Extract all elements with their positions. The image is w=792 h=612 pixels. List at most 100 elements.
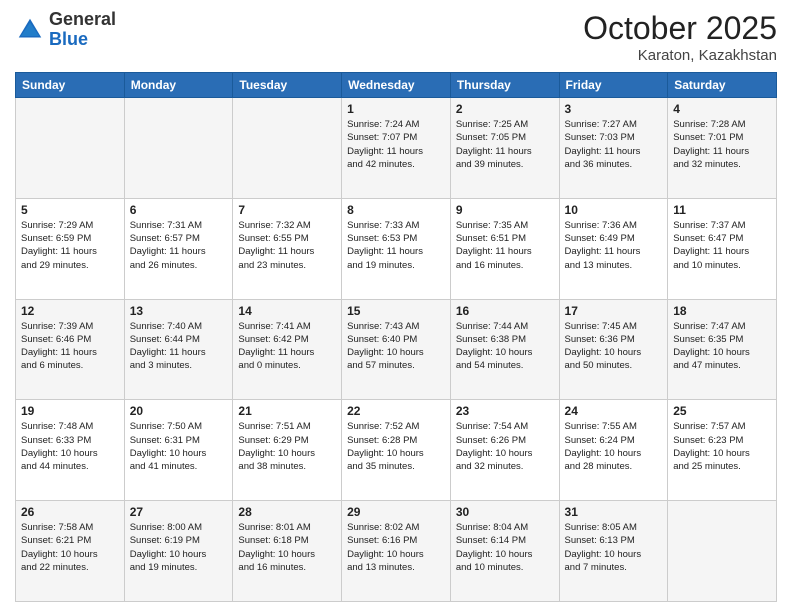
day-info: Sunrise: 7:31 AM Sunset: 6:57 PM Dayligh…	[130, 219, 228, 272]
weekday-header-thursday: Thursday	[450, 73, 559, 98]
day-number: 10	[565, 203, 663, 217]
day-number: 29	[347, 505, 445, 519]
calendar-week-row: 5 Sunrise: 7:29 AM Sunset: 6:59 PM Daylig…	[16, 198, 777, 299]
calendar-cell: 18 Sunrise: 7:47 AM Sunset: 6:35 PM Dayli…	[668, 299, 777, 400]
calendar-cell: 16Sunrise: 7:44 AM Sunset: 6:38 PM Dayli…	[450, 299, 559, 400]
calendar-cell: 12 Sunrise: 7:39 AM Sunset: 6:46 PM Dayli…	[16, 299, 125, 400]
day-number: 8	[347, 203, 445, 217]
calendar-cell: 9 Sunrise: 7:35 AM Sunset: 6:51 PM Daylig…	[450, 198, 559, 299]
calendar-cell	[124, 98, 233, 199]
day-info: Sunrise: 7:29 AM Sunset: 6:59 PM Dayligh…	[21, 219, 119, 272]
day-info: Sunrise: 7:25 AM Sunset: 7:05 PM Dayligh…	[456, 118, 554, 171]
day-info: Sunrise: 7:24 AM Sunset: 7:07 PM Dayligh…	[347, 118, 445, 171]
day-info: Sunrise: 8:00 AM Sunset: 6:19 PM Dayligh…	[130, 521, 228, 574]
logo-blue: Blue	[49, 29, 88, 49]
day-info: Sunrise: 7:47 AM Sunset: 6:35 PM Dayligh…	[673, 320, 771, 373]
day-number: 17	[565, 304, 663, 318]
day-number: 5	[21, 203, 119, 217]
calendar-cell	[16, 98, 125, 199]
day-number: 3	[565, 102, 663, 116]
day-number: 20	[130, 404, 228, 418]
calendar-cell: 7Sunrise: 7:32 AM Sunset: 6:55 PM Daylig…	[233, 198, 342, 299]
month-title: October 2025	[583, 10, 777, 47]
weekday-header-friday: Friday	[559, 73, 668, 98]
calendar-cell: 17 Sunrise: 7:45 AM Sunset: 6:36 PM Dayli…	[559, 299, 668, 400]
calendar-cell: 19Sunrise: 7:48 AM Sunset: 6:33 PM Dayli…	[16, 400, 125, 501]
day-number: 18	[673, 304, 771, 318]
calendar-week-row: 12 Sunrise: 7:39 AM Sunset: 6:46 PM Dayli…	[16, 299, 777, 400]
day-info: Sunrise: 7:54 AM Sunset: 6:26 PM Dayligh…	[456, 420, 554, 473]
day-info: Sunrise: 7:28 AM Sunset: 7:01 PM Dayligh…	[673, 118, 771, 171]
day-number: 9	[456, 203, 554, 217]
weekday-header-wednesday: Wednesday	[342, 73, 451, 98]
calendar-cell: 11Sunrise: 7:37 AM Sunset: 6:47 PM Dayli…	[668, 198, 777, 299]
day-number: 28	[238, 505, 336, 519]
day-number: 4	[673, 102, 771, 116]
calendar-cell: 25 Sunrise: 7:57 AM Sunset: 6:23 PM Dayli…	[668, 400, 777, 501]
day-info: Sunrise: 7:51 AM Sunset: 6:29 PM Dayligh…	[238, 420, 336, 473]
day-number: 16	[456, 304, 554, 318]
day-info: Sunrise: 8:05 AM Sunset: 6:13 PM Dayligh…	[565, 521, 663, 574]
day-number: 2	[456, 102, 554, 116]
calendar-cell: 21 Sunrise: 7:51 AM Sunset: 6:29 PM Dayli…	[233, 400, 342, 501]
calendar-table: SundayMondayTuesdayWednesdayThursdayFrid…	[15, 72, 777, 602]
calendar-cell: 4 Sunrise: 7:28 AM Sunset: 7:01 PM Daylig…	[668, 98, 777, 199]
day-number: 21	[238, 404, 336, 418]
calendar-cell: 23 Sunrise: 7:54 AM Sunset: 6:26 PM Dayli…	[450, 400, 559, 501]
calendar-cell: 3 Sunrise: 7:27 AM Sunset: 7:03 PM Daylig…	[559, 98, 668, 199]
day-info: Sunrise: 7:36 AM Sunset: 6:49 PM Dayligh…	[565, 219, 663, 272]
calendar-cell: 31Sunrise: 8:05 AM Sunset: 6:13 PM Dayli…	[559, 501, 668, 602]
day-info: Sunrise: 7:27 AM Sunset: 7:03 PM Dayligh…	[565, 118, 663, 171]
calendar-cell: 20 Sunrise: 7:50 AM Sunset: 6:31 PM Dayli…	[124, 400, 233, 501]
calendar-cell: 6 Sunrise: 7:31 AM Sunset: 6:57 PM Daylig…	[124, 198, 233, 299]
calendar-cell: 29Sunrise: 8:02 AM Sunset: 6:16 PM Dayli…	[342, 501, 451, 602]
day-info: Sunrise: 7:50 AM Sunset: 6:31 PM Dayligh…	[130, 420, 228, 473]
day-info: Sunrise: 7:33 AM Sunset: 6:53 PM Dayligh…	[347, 219, 445, 272]
calendar-cell: 13 Sunrise: 7:40 AM Sunset: 6:44 PM Dayli…	[124, 299, 233, 400]
calendar-week-row: 26 Sunrise: 7:58 AM Sunset: 6:21 PM Dayli…	[16, 501, 777, 602]
day-number: 12	[21, 304, 119, 318]
day-number: 30	[456, 505, 554, 519]
title-block: October 2025 Karaton, Kazakhstan	[583, 10, 777, 64]
day-info: Sunrise: 7:32 AM Sunset: 6:55 PM Dayligh…	[238, 219, 336, 272]
day-info: Sunrise: 7:39 AM Sunset: 6:46 PM Dayligh…	[21, 320, 119, 373]
day-info: Sunrise: 8:01 AM Sunset: 6:18 PM Dayligh…	[238, 521, 336, 574]
day-info: Sunrise: 7:55 AM Sunset: 6:24 PM Dayligh…	[565, 420, 663, 473]
day-number: 26	[21, 505, 119, 519]
calendar-cell: 27 Sunrise: 8:00 AM Sunset: 6:19 PM Dayli…	[124, 501, 233, 602]
calendar-cell: 10 Sunrise: 7:36 AM Sunset: 6:49 PM Dayli…	[559, 198, 668, 299]
calendar-cell: 26 Sunrise: 7:58 AM Sunset: 6:21 PM Dayli…	[16, 501, 125, 602]
day-number: 15	[347, 304, 445, 318]
logo-text: General Blue	[49, 10, 116, 50]
day-number: 25	[673, 404, 771, 418]
weekday-header-sunday: Sunday	[16, 73, 125, 98]
weekday-header-tuesday: Tuesday	[233, 73, 342, 98]
calendar-week-row: 1 Sunrise: 7:24 AM Sunset: 7:07 PM Daylig…	[16, 98, 777, 199]
calendar-cell: 15Sunrise: 7:43 AM Sunset: 6:40 PM Dayli…	[342, 299, 451, 400]
day-number: 13	[130, 304, 228, 318]
weekday-header-row: SundayMondayTuesdayWednesdayThursdayFrid…	[16, 73, 777, 98]
location-subtitle: Karaton, Kazakhstan	[583, 47, 777, 64]
weekday-header-monday: Monday	[124, 73, 233, 98]
day-number: 24	[565, 404, 663, 418]
calendar-cell: 28 Sunrise: 8:01 AM Sunset: 6:18 PM Dayli…	[233, 501, 342, 602]
day-number: 23	[456, 404, 554, 418]
page: General Blue October 2025 Karaton, Kazak…	[0, 0, 792, 612]
calendar-cell: 14Sunrise: 7:41 AM Sunset: 6:42 PM Dayli…	[233, 299, 342, 400]
day-info: Sunrise: 7:52 AM Sunset: 6:28 PM Dayligh…	[347, 420, 445, 473]
calendar-cell: 24 Sunrise: 7:55 AM Sunset: 6:24 PM Dayli…	[559, 400, 668, 501]
day-info: Sunrise: 7:58 AM Sunset: 6:21 PM Dayligh…	[21, 521, 119, 574]
day-info: Sunrise: 8:04 AM Sunset: 6:14 PM Dayligh…	[456, 521, 554, 574]
calendar-cell: 22Sunrise: 7:52 AM Sunset: 6:28 PM Dayli…	[342, 400, 451, 501]
day-info: Sunrise: 7:35 AM Sunset: 6:51 PM Dayligh…	[456, 219, 554, 272]
day-info: Sunrise: 7:45 AM Sunset: 6:36 PM Dayligh…	[565, 320, 663, 373]
day-number: 6	[130, 203, 228, 217]
day-number: 1	[347, 102, 445, 116]
day-info: Sunrise: 7:57 AM Sunset: 6:23 PM Dayligh…	[673, 420, 771, 473]
calendar-week-row: 19Sunrise: 7:48 AM Sunset: 6:33 PM Dayli…	[16, 400, 777, 501]
day-info: Sunrise: 7:41 AM Sunset: 6:42 PM Dayligh…	[238, 320, 336, 373]
weekday-header-saturday: Saturday	[668, 73, 777, 98]
calendar-cell: 8 Sunrise: 7:33 AM Sunset: 6:53 PM Daylig…	[342, 198, 451, 299]
day-number: 27	[130, 505, 228, 519]
day-info: Sunrise: 7:40 AM Sunset: 6:44 PM Dayligh…	[130, 320, 228, 373]
